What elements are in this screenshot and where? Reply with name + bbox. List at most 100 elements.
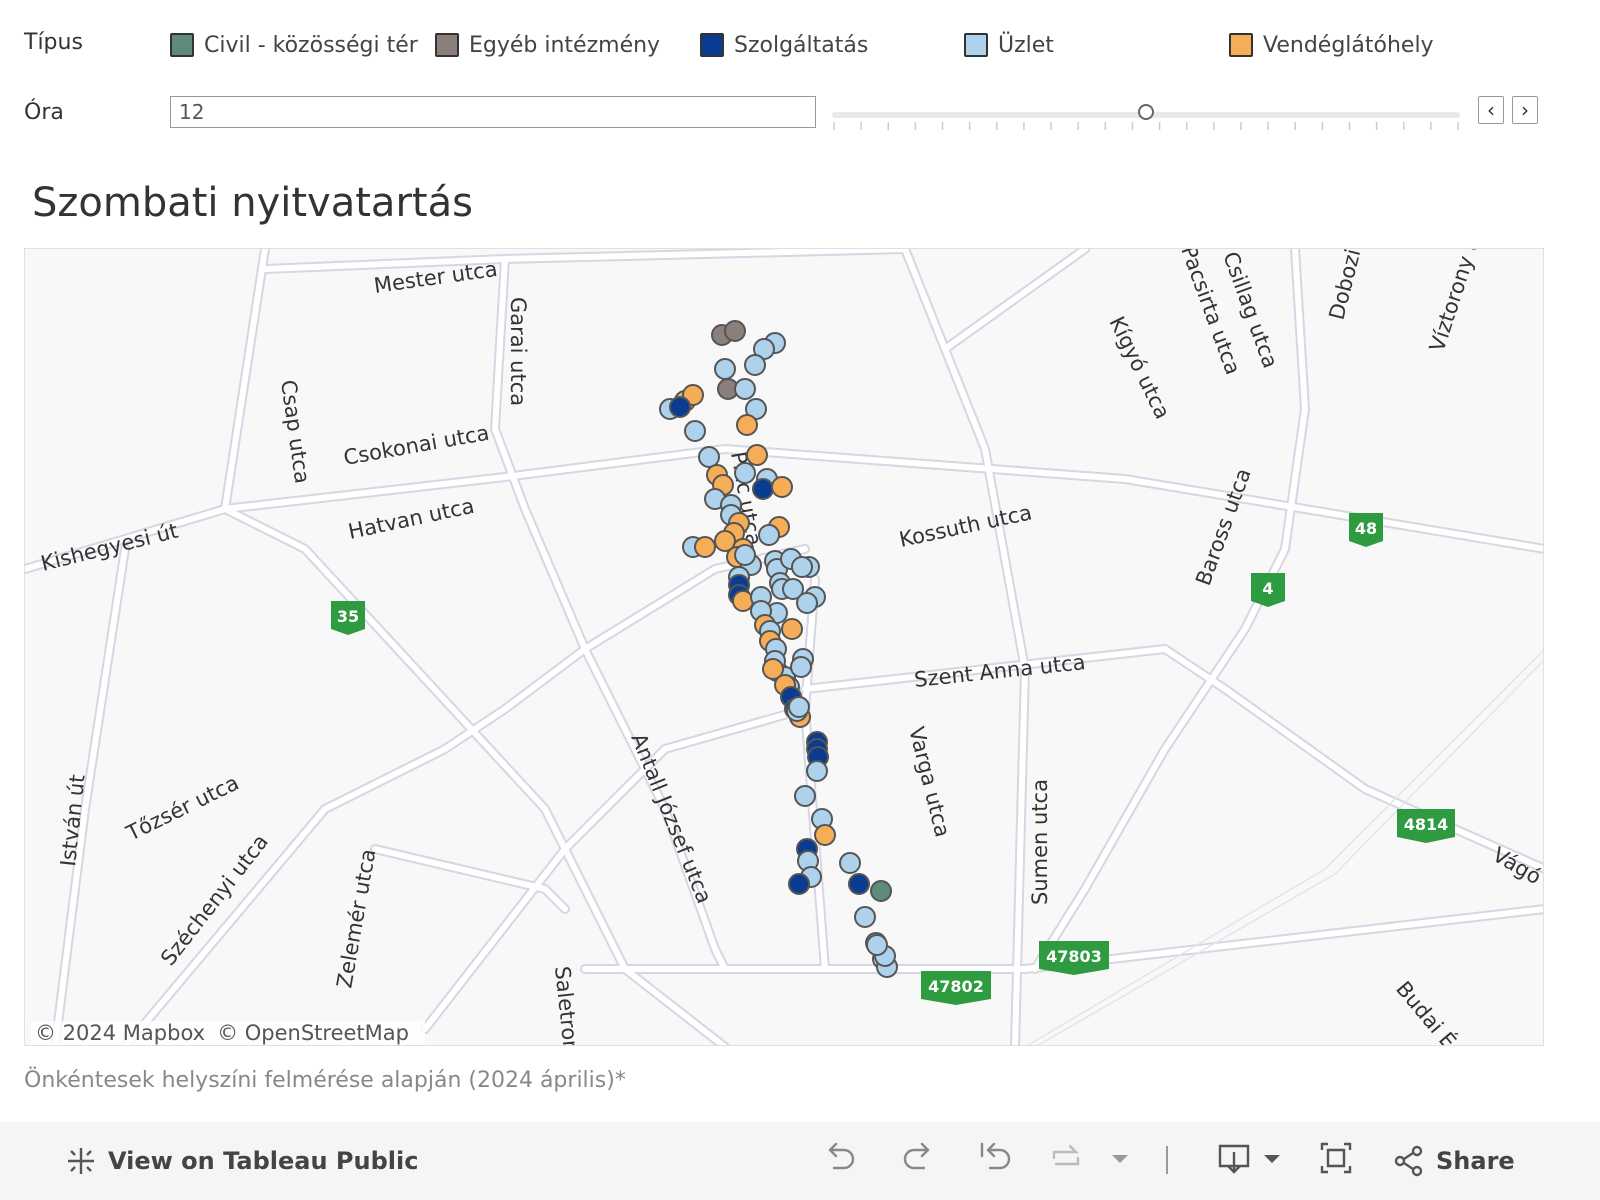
location-point[interactable] [848,873,870,895]
legend-item-szolgaltatas[interactable]: Szolgáltatás [700,30,868,60]
street-label: Antall József utca [626,730,716,907]
street-label: Kossuth utca [897,500,1034,552]
railway [1026,649,1543,1045]
undo-icon[interactable] [820,1138,860,1178]
location-point[interactable] [724,320,746,342]
hour-input[interactable] [170,96,816,128]
legend-item-vendeglato[interactable]: Vendéglátóhely [1229,30,1434,60]
dropdown-caret-icon[interactable] [1100,1138,1140,1178]
map-canvas[interactable]: Mester utca Garai utca Csap utca Csokona… [25,249,1544,1046]
share-button[interactable]: Share [1392,1144,1515,1178]
mapbox-attribution[interactable]: © 2024 Mapbox [35,1021,205,1045]
download-icon[interactable] [1214,1138,1254,1178]
location-point[interactable] [736,414,758,436]
street-label: Zelemér utca [332,847,380,990]
next-hour-button[interactable]: › [1512,96,1538,124]
location-point[interactable] [669,396,691,418]
location-point[interactable] [839,852,861,874]
download-caret-icon[interactable] [1252,1138,1292,1178]
legend-swatch [170,33,194,57]
fullscreen-icon[interactable] [1316,1138,1356,1178]
street-label: Kígyó utca [1105,313,1175,423]
legend-swatch [1229,33,1253,57]
chevron-right-icon: › [1521,98,1529,122]
location-point[interactable] [698,446,720,468]
street-label: Dobozi [1325,249,1366,322]
road-shield-number: 48 [1355,519,1377,538]
previous-hour-button[interactable]: ‹ [1478,96,1504,124]
legend-swatch [700,33,724,57]
location-point[interactable] [806,760,828,782]
legend-label: Szolgáltatás [734,32,869,58]
map[interactable]: Mester utca Garai utca Csap utca Csokona… [24,248,1544,1046]
road-shield-number: 47803 [1046,947,1102,966]
legend-label: Egyéb intézmény [469,32,661,58]
location-point[interactable] [732,590,754,612]
location-point[interactable] [694,536,716,558]
toolbar-divider [1166,1146,1168,1174]
location-point[interactable] [796,592,818,614]
tableau-logo-icon [68,1148,94,1174]
legend-item-egyeb[interactable]: Egyéb intézmény [435,30,660,60]
map-attribution[interactable]: © 2024 Mapbox © OpenStreetMap [31,1021,425,1045]
street-label: István út [56,773,90,867]
location-point[interactable] [791,556,813,578]
street-labels: Mester utca Garai utca Csap utca Csokona… [38,249,1545,1045]
location-point[interactable] [734,462,756,484]
tableau-toolbar: View on Tableau Public Share [0,1122,1600,1200]
road-shield-35: 35 [331,601,365,635]
osm-attribution[interactable]: © OpenStreetMap [217,1021,409,1045]
legend-label: Üzlet [998,32,1054,58]
redo-icon[interactable] [898,1138,938,1178]
hour-filter: Óra ‹ › [24,96,1564,136]
location-point[interactable] [866,934,888,956]
location-point[interactable] [684,420,706,442]
street-label: Víztorony u [1425,249,1485,355]
location-point[interactable] [744,354,766,376]
legend-label: Vendéglátóhely [1263,32,1434,58]
street-label: Varga utca [904,724,955,839]
street-label: Garai utca [506,297,530,406]
road-shield-4814: 4814 [1397,809,1455,843]
location-point[interactable] [734,544,756,566]
type-legend: Típus Civil - közösségi tér Egyéb intézm… [24,28,1564,62]
legend-item-uzlet[interactable]: Üzlet [964,30,1054,60]
chevron-left-icon: ‹ [1487,98,1495,122]
location-point[interactable] [734,378,756,400]
location-point[interactable] [870,880,892,902]
location-point[interactable] [781,618,803,640]
refresh-icon[interactable] [1046,1138,1086,1178]
street-label: Széchenyi utca [156,830,273,970]
road-shield-number: 47802 [928,977,984,996]
revert-icon[interactable] [976,1138,1016,1178]
location-point[interactable] [771,476,793,498]
location-point[interactable] [854,906,876,928]
road-shield-number: 4814 [1404,815,1449,834]
location-point[interactable] [794,785,816,807]
street-label: Sumen utca [1028,779,1052,905]
location-point[interactable] [814,824,836,846]
road-shield-48: 48 [1349,513,1383,547]
page-title: Szombati nyitvatartás [32,180,473,226]
legend-swatch [435,33,459,57]
street-label: Csokonai utca [342,421,491,470]
view-on-tableau-public-link[interactable]: View on Tableau Public [64,1144,418,1178]
road-shield-47802: 47802 [921,971,991,1005]
legend-swatch [964,33,988,57]
location-point[interactable] [714,358,736,380]
location-point[interactable] [788,873,810,895]
location-point[interactable] [788,696,810,718]
road-shield-4: 4 [1251,573,1285,607]
street-label: Szent Anna utca [913,650,1087,692]
share-label: Share [1436,1147,1515,1175]
location-point[interactable] [790,656,812,678]
location-point[interactable] [746,444,768,466]
location-point[interactable] [758,524,780,546]
street-label: Tőzsér utca [122,771,243,846]
legend-item-civil[interactable]: Civil - közösségi tér [170,30,418,60]
legend-title: Típus [24,30,83,55]
location-point[interactable] [752,478,774,500]
slider-ticks [833,122,1459,130]
hour-slider-thumb[interactable] [1138,104,1154,120]
street-label: Vágó [1489,843,1545,890]
